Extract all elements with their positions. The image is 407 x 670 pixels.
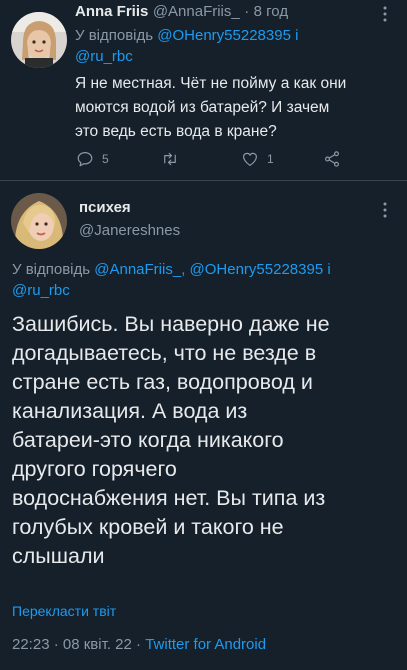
more-options-icon[interactable]	[382, 6, 388, 22]
reply-prefix: У відповідь	[75, 27, 154, 44]
tweet-text-line: это ведь есть вода в кране?	[75, 123, 277, 140]
user-handle[interactable]: @Janereshnes	[79, 222, 180, 239]
tweet-text: Я не местная. Чёт не пойму а как они мою…	[75, 72, 395, 144]
reply-mentions[interactable]: @OHenry55228395 і	[157, 27, 298, 44]
tweet-text-line: моются водой из батарей? И зачем	[75, 99, 330, 116]
reply-button[interactable]: 5	[76, 150, 109, 168]
tweet-text-line: Зашибись. Вы наверно даже не	[12, 312, 330, 336]
tweet-text-line: водоснабжения нет. Вы типа из	[12, 486, 326, 510]
tweet-text-line: слышали	[12, 544, 105, 568]
reply-mention-rbc[interactable]: @ru_rbc	[12, 282, 70, 299]
reply-prefix: У відповідь	[12, 261, 91, 278]
meta-date[interactable]: 08 квіт. 22	[63, 636, 132, 653]
meta-separator: ·	[136, 636, 142, 653]
reply-icon	[77, 152, 93, 167]
tweet-meta: 22:23 · 08 квіт. 22 · Twitter for Androi…	[12, 636, 266, 653]
like-count: 1	[267, 152, 274, 166]
tweet-header: Anna Friis @AnnaFriis_ · 8 год	[75, 3, 288, 21]
tweet-text: Зашибись. Вы наверно даже не догадываете…	[12, 310, 404, 571]
tweet-divider	[0, 180, 407, 181]
tweet-text-line: Я не местная. Чёт не пойму а как они	[75, 75, 347, 92]
tweet-text-line: стране есть газ, водопровод и	[12, 370, 313, 394]
tweet-text-line: голубых кровей и такого не	[12, 515, 284, 539]
share-button[interactable]	[323, 150, 349, 168]
retweet-icon	[164, 152, 176, 166]
reply-mention-rbc[interactable]: @ru_rbc	[75, 48, 133, 65]
like-button[interactable]: 1	[241, 150, 274, 168]
tweet-text-line: батареи-это когда никакого	[12, 428, 284, 452]
reply-context: У відповідь @AnnaFriis_, @OHenry55228395…	[12, 259, 397, 301]
meta-separator: ·	[53, 636, 59, 653]
more-options-icon[interactable]	[382, 202, 388, 218]
retweet-button[interactable]	[160, 150, 188, 168]
user-handle[interactable]: @AnnaFriis_	[153, 3, 240, 20]
avatar-psikheya[interactable]	[11, 193, 67, 249]
tweet-text-line: другого горячего	[12, 457, 177, 481]
tweet-text-line: догадываетесь, что не везде в	[12, 341, 317, 365]
reply-context: У відповідь @OHenry55228395 і @ru_rbc	[75, 25, 395, 67]
display-name[interactable]: Anna Friis	[75, 3, 148, 20]
translate-tweet-link[interactable]: Перекласти твіт	[12, 603, 116, 619]
avatar-anna[interactable]	[11, 12, 67, 68]
tweet-time[interactable]: 8 год	[254, 3, 288, 20]
tweet-text-line: канализация. А вода из	[12, 399, 248, 423]
meta-source-link[interactable]: Twitter for Android	[145, 636, 266, 653]
reply-mentions[interactable]: @AnnaFriis_, @OHenry55228395 і	[94, 261, 330, 278]
share-icon	[325, 151, 339, 167]
dot-separator: ·	[244, 3, 250, 20]
meta-time[interactable]: 22:23	[12, 636, 50, 653]
heart-icon	[243, 152, 257, 166]
display-name[interactable]: психея	[79, 199, 131, 216]
reply-count: 5	[102, 152, 109, 166]
